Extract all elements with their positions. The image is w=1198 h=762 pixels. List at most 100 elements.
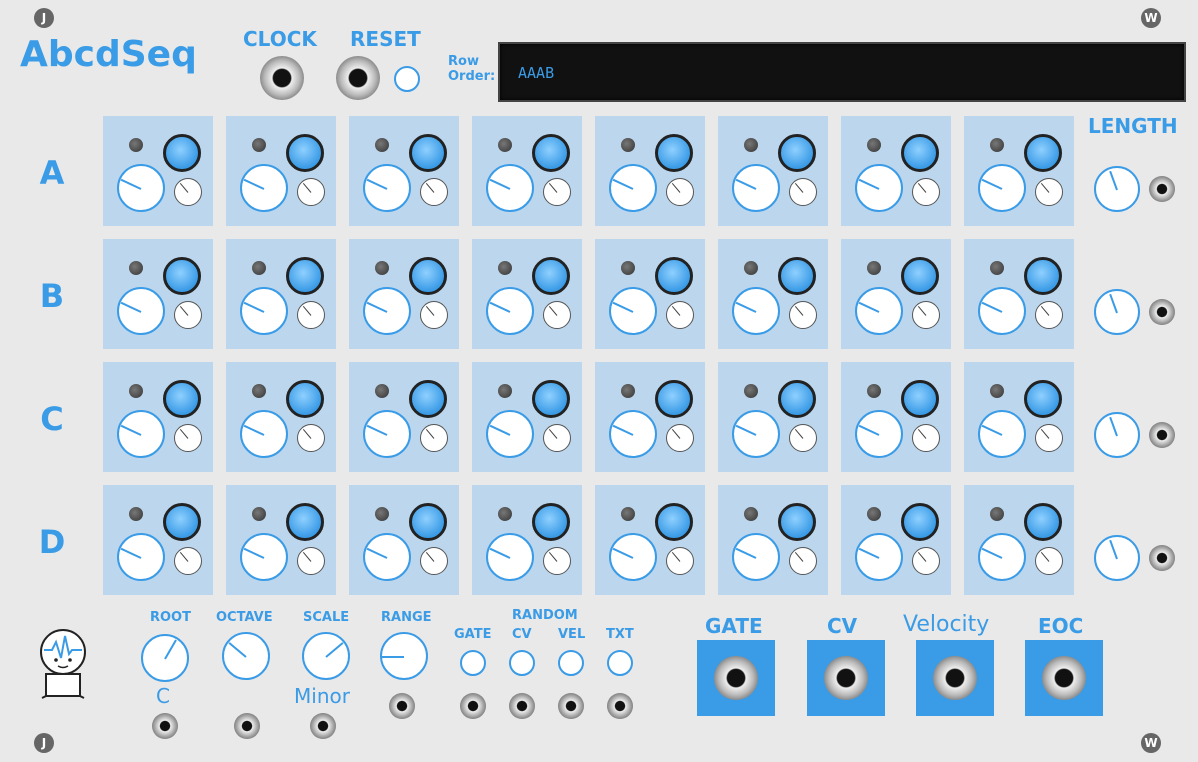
step-pitch-knob[interactable] <box>117 164 165 212</box>
step-gate-button[interactable] <box>655 380 693 418</box>
step-gate-button[interactable] <box>532 503 570 541</box>
step-gate-button[interactable] <box>901 503 939 541</box>
step-pitch-knob[interactable] <box>486 533 534 581</box>
row-order-display[interactable]: AAAB <box>498 42 1186 102</box>
step-pitch-knob[interactable] <box>117 533 165 581</box>
step-gate-button[interactable] <box>778 503 816 541</box>
step-gate-button[interactable] <box>901 134 939 172</box>
step-pitch-knob[interactable] <box>240 287 288 335</box>
row-length-cv-jack[interactable] <box>1149 299 1175 325</box>
step-velocity-knob[interactable] <box>420 424 448 452</box>
random-txt-jack[interactable] <box>607 693 633 719</box>
step-velocity-knob[interactable] <box>666 301 694 329</box>
random-vel-button[interactable] <box>558 650 584 676</box>
step-pitch-knob[interactable] <box>732 410 780 458</box>
step-pitch-knob[interactable] <box>609 410 657 458</box>
step-pitch-knob[interactable] <box>363 410 411 458</box>
step-velocity-knob[interactable] <box>174 301 202 329</box>
cv-output-jack[interactable] <box>824 656 868 700</box>
step-gate-button[interactable] <box>778 257 816 295</box>
step-velocity-knob[interactable] <box>789 424 817 452</box>
step-velocity-knob[interactable] <box>1035 178 1063 206</box>
step-pitch-knob[interactable] <box>855 287 903 335</box>
step-gate-button[interactable] <box>655 257 693 295</box>
step-velocity-knob[interactable] <box>543 424 571 452</box>
step-pitch-knob[interactable] <box>363 287 411 335</box>
step-velocity-knob[interactable] <box>912 424 940 452</box>
step-velocity-knob[interactable] <box>543 547 571 575</box>
step-pitch-knob[interactable] <box>732 533 780 581</box>
random-gate-jack[interactable] <box>460 693 486 719</box>
row-length-knob[interactable] <box>1094 535 1140 581</box>
step-pitch-knob[interactable] <box>486 287 534 335</box>
step-velocity-knob[interactable] <box>297 424 325 452</box>
gate-output-jack[interactable] <box>714 656 758 700</box>
step-velocity-knob[interactable] <box>174 547 202 575</box>
step-velocity-knob[interactable] <box>789 547 817 575</box>
step-pitch-knob[interactable] <box>855 410 903 458</box>
step-gate-button[interactable] <box>532 134 570 172</box>
row-length-cv-jack[interactable] <box>1149 545 1175 571</box>
step-pitch-knob[interactable] <box>978 410 1026 458</box>
step-pitch-knob[interactable] <box>240 533 288 581</box>
step-pitch-knob[interactable] <box>978 287 1026 335</box>
step-pitch-knob[interactable] <box>486 410 534 458</box>
step-velocity-knob[interactable] <box>666 178 694 206</box>
step-gate-button[interactable] <box>778 380 816 418</box>
step-velocity-knob[interactable] <box>912 178 940 206</box>
step-gate-button[interactable] <box>901 380 939 418</box>
step-pitch-knob[interactable] <box>609 287 657 335</box>
step-pitch-knob[interactable] <box>240 164 288 212</box>
octave-cv-jack[interactable] <box>234 713 260 739</box>
step-pitch-knob[interactable] <box>117 287 165 335</box>
reset-button[interactable] <box>394 66 420 92</box>
step-gate-button[interactable] <box>1024 503 1062 541</box>
step-gate-button[interactable] <box>409 503 447 541</box>
row-length-knob[interactable] <box>1094 412 1140 458</box>
step-pitch-knob[interactable] <box>609 533 657 581</box>
step-velocity-knob[interactable] <box>297 301 325 329</box>
step-gate-button[interactable] <box>286 503 324 541</box>
step-gate-button[interactable] <box>163 503 201 541</box>
random-cv-jack[interactable] <box>509 693 535 719</box>
velocity-output-jack[interactable] <box>933 656 977 700</box>
step-pitch-knob[interactable] <box>486 164 534 212</box>
scale-knob[interactable] <box>302 632 350 680</box>
step-velocity-knob[interactable] <box>297 547 325 575</box>
random-cv-button[interactable] <box>509 650 535 676</box>
step-gate-button[interactable] <box>655 503 693 541</box>
step-gate-button[interactable] <box>1024 380 1062 418</box>
eoc-output-jack[interactable] <box>1042 656 1086 700</box>
step-velocity-knob[interactable] <box>174 424 202 452</box>
step-velocity-knob[interactable] <box>420 178 448 206</box>
range-knob[interactable] <box>380 632 428 680</box>
range-cv-jack[interactable] <box>389 693 415 719</box>
step-gate-button[interactable] <box>163 380 201 418</box>
step-gate-button[interactable] <box>163 134 201 172</box>
step-pitch-knob[interactable] <box>978 533 1026 581</box>
step-gate-button[interactable] <box>286 380 324 418</box>
step-gate-button[interactable] <box>532 257 570 295</box>
step-pitch-knob[interactable] <box>363 533 411 581</box>
step-pitch-knob[interactable] <box>732 164 780 212</box>
step-gate-button[interactable] <box>655 134 693 172</box>
step-velocity-knob[interactable] <box>420 301 448 329</box>
step-velocity-knob[interactable] <box>297 178 325 206</box>
step-gate-button[interactable] <box>286 257 324 295</box>
step-velocity-knob[interactable] <box>1035 301 1063 329</box>
step-gate-button[interactable] <box>409 134 447 172</box>
step-pitch-knob[interactable] <box>732 287 780 335</box>
step-velocity-knob[interactable] <box>420 547 448 575</box>
random-vel-jack[interactable] <box>558 693 584 719</box>
row-length-knob[interactable] <box>1094 166 1140 212</box>
clock-input-jack[interactable] <box>260 56 304 100</box>
step-pitch-knob[interactable] <box>363 164 411 212</box>
step-gate-button[interactable] <box>778 134 816 172</box>
step-velocity-knob[interactable] <box>666 547 694 575</box>
step-velocity-knob[interactable] <box>1035 547 1063 575</box>
step-gate-button[interactable] <box>1024 134 1062 172</box>
step-gate-button[interactable] <box>901 257 939 295</box>
root-knob[interactable] <box>141 634 189 682</box>
root-cv-jack[interactable] <box>152 713 178 739</box>
step-gate-button[interactable] <box>532 380 570 418</box>
